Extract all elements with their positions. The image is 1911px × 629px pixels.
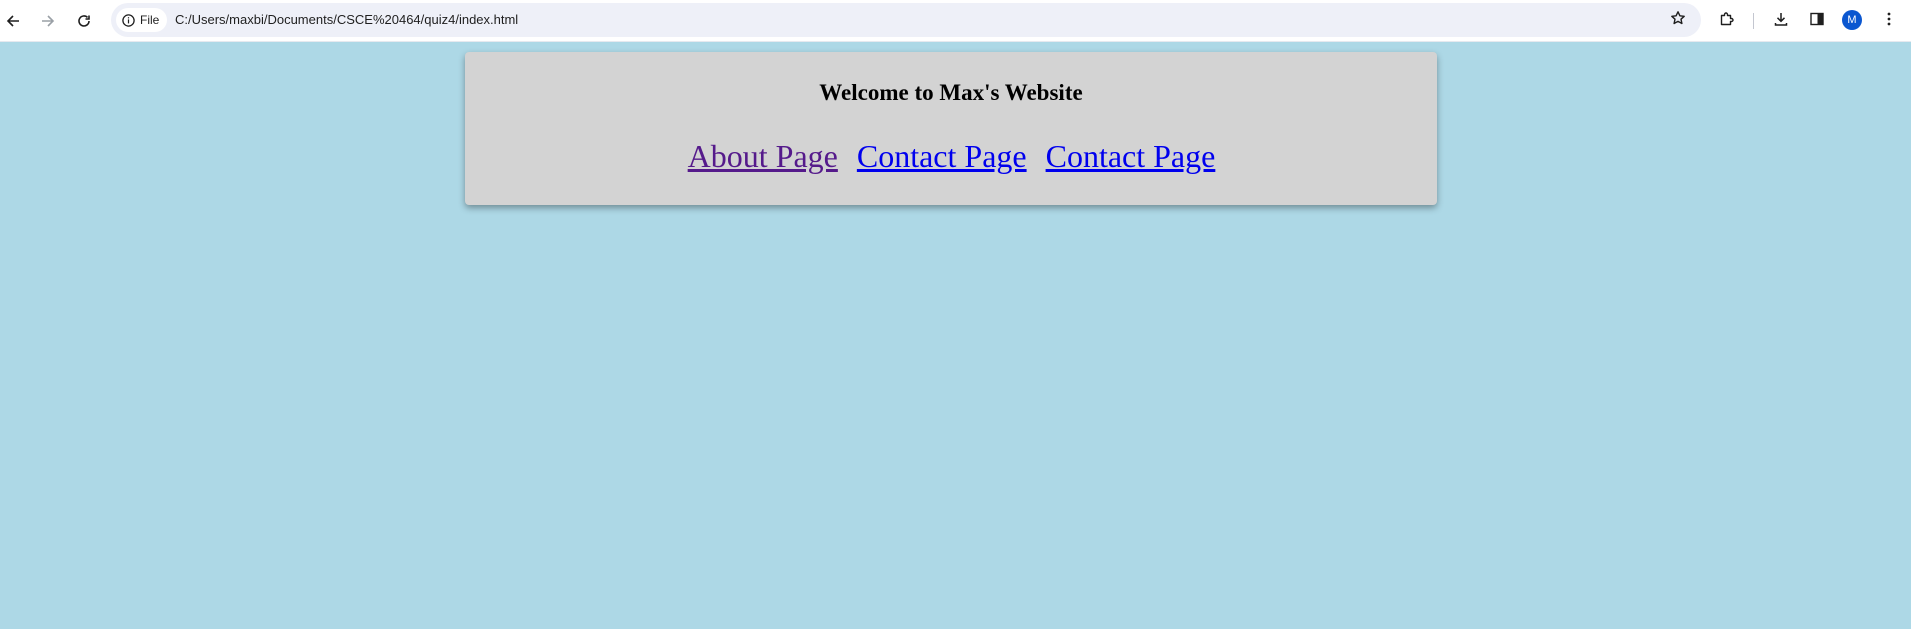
extensions-icon <box>1719 11 1735 32</box>
url-text[interactable]: C:/Users/maxbi/Documents/CSCE%20464/quiz… <box>175 3 518 37</box>
extensions-button[interactable] <box>1714 8 1740 34</box>
about-page-link[interactable]: About Page <box>688 138 838 174</box>
downloads-button[interactable] <box>1768 8 1794 34</box>
page-title: Welcome to Max's Website <box>819 80 1083 105</box>
info-icon <box>122 13 135 27</box>
browser-toolbar: File C:/Users/maxbi/Documents/CSCE%20464… <box>0 0 1911 42</box>
forward-button[interactable] <box>35 8 61 34</box>
forward-arrow-icon <box>40 13 56 29</box>
star-icon <box>1670 10 1686 31</box>
contact-page-link[interactable]: Contact Page <box>857 138 1027 174</box>
more-vert-icon <box>1881 11 1897 32</box>
contact-page-link-2[interactable]: Contact Page <box>1046 138 1216 174</box>
toolbar-separator <box>1753 13 1754 29</box>
avatar[interactable]: M <box>1842 10 1862 30</box>
side-panel-icon <box>1809 11 1825 32</box>
header-card: Welcome to Max's Website About Page Cont… <box>465 52 1437 205</box>
page-viewport: Welcome to Max's Website About Page Cont… <box>0 42 1911 629</box>
side-panel-button[interactable] <box>1804 8 1830 34</box>
reload-icon <box>76 13 92 29</box>
site-info-chip[interactable]: File <box>116 8 168 32</box>
site-chip-label: File <box>140 13 160 27</box>
address-bar[interactable]: File C:/Users/maxbi/Documents/CSCE%20464… <box>111 3 1701 37</box>
reload-button[interactable] <box>71 8 97 34</box>
nav-links: About Page Contact Page Contact Page <box>465 138 1437 174</box>
bookmark-button[interactable] <box>1665 7 1691 33</box>
download-icon <box>1773 11 1789 32</box>
back-arrow-icon <box>5 13 21 29</box>
menu-button[interactable] <box>1876 8 1902 34</box>
back-button[interactable] <box>0 8 26 34</box>
